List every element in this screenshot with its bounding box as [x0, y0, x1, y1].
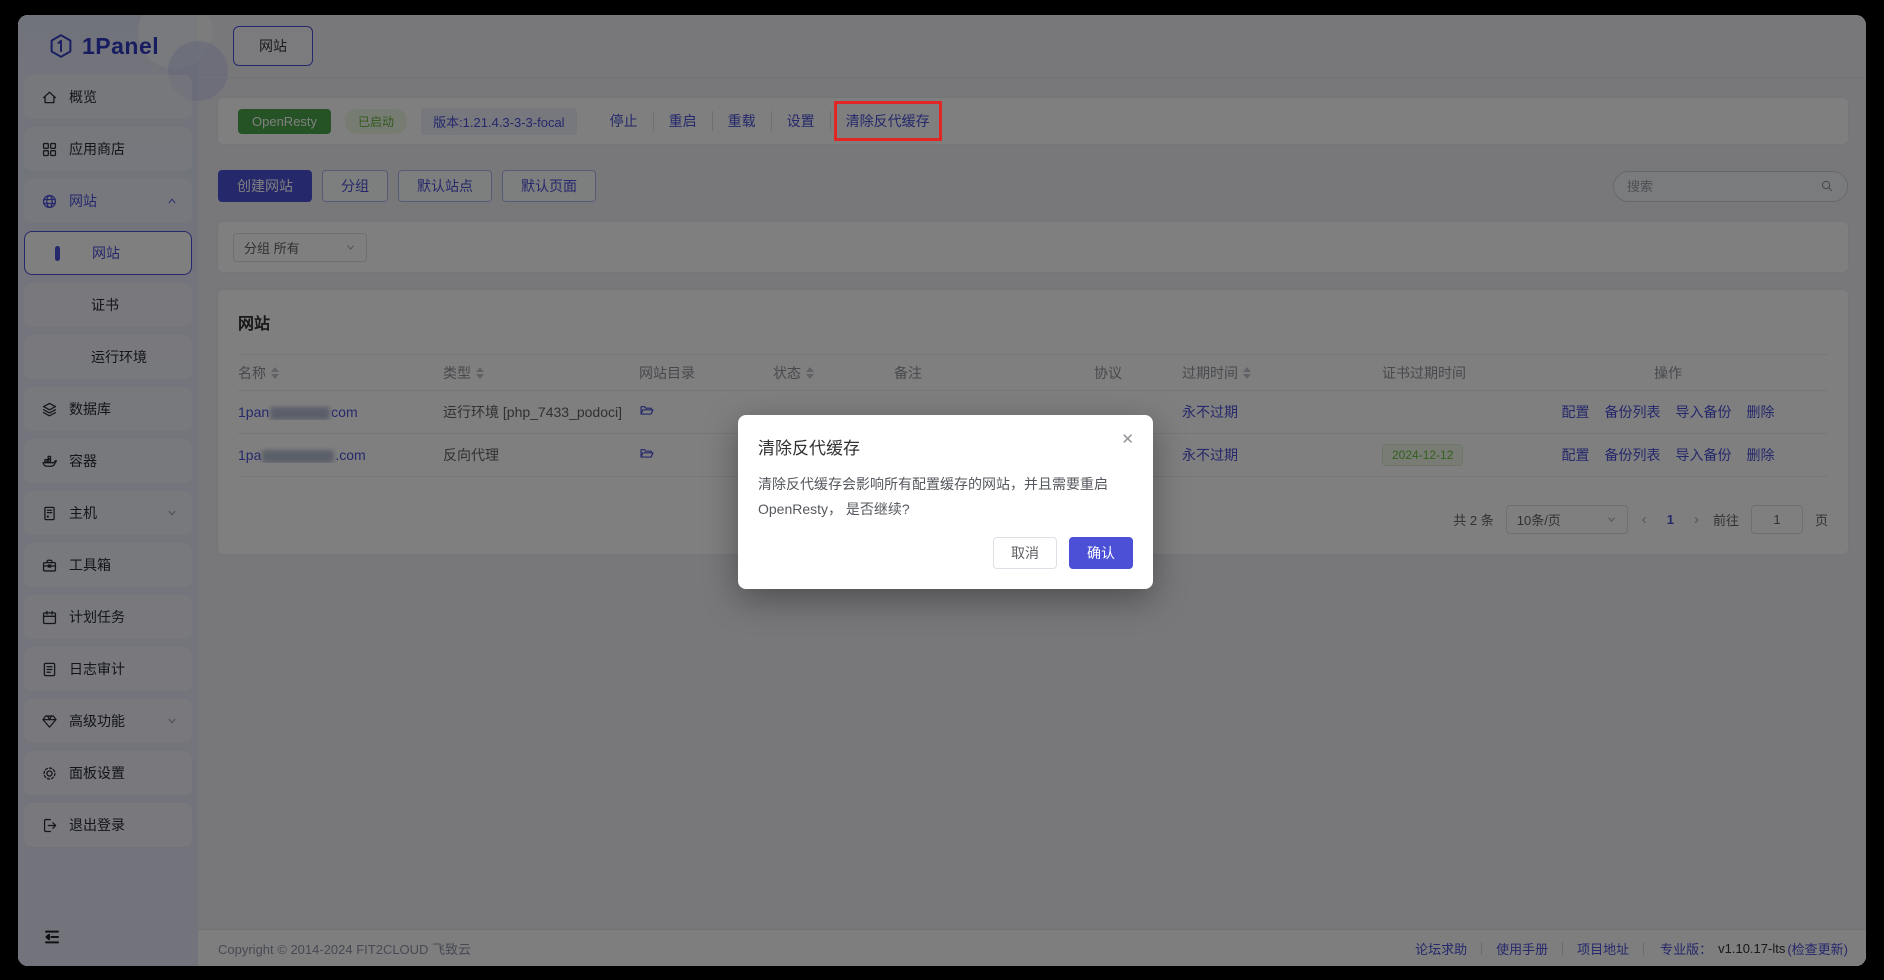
app-window: 1Panel 概览 应用商店 网站: [18, 15, 1866, 966]
dialog-message: 清除反代缓存会影响所有配置缓存的网站，并且需要重启 OpenResty， 是否继…: [758, 472, 1140, 522]
confirm-button[interactable]: 确认: [1069, 537, 1133, 569]
clear-proxy-cache-dialog: 清除反代缓存 ✕ 清除反代缓存会影响所有配置缓存的网站，并且需要重启 OpenR…: [738, 415, 1153, 589]
dialog-title: 清除反代缓存: [758, 434, 1133, 459]
close-icon[interactable]: ✕: [1121, 432, 1134, 447]
dialog-footer: 取消 确认: [758, 537, 1133, 569]
cancel-button[interactable]: 取消: [993, 537, 1057, 569]
